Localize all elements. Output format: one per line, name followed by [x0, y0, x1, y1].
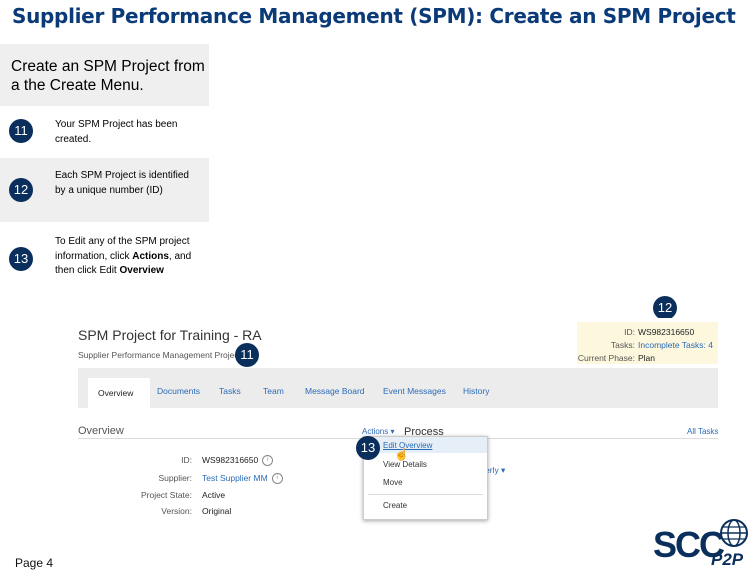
step-13-overview: Overview — [119, 265, 164, 276]
field-version-value: Original — [202, 506, 232, 516]
field-id: ID: WS982316650 i — [78, 455, 338, 469]
page-number: Page 4 — [15, 556, 54, 570]
page-title: Supplier Performance Management (SPM): C… — [12, 4, 736, 28]
menu-item-move[interactable]: Move — [383, 478, 403, 487]
all-tasks-link[interactable]: All Tasks — [687, 427, 718, 436]
tab-overview[interactable]: Overview — [88, 378, 150, 408]
field-project-state-value: Active — [202, 490, 226, 500]
field-id-label: ID: — [181, 455, 192, 465]
hand-cursor-icon: ☝ — [394, 447, 409, 461]
field-version: Version: Original — [78, 506, 338, 520]
globe-icon — [720, 519, 748, 547]
menu-item-view-details[interactable]: View Details — [383, 460, 427, 469]
intro-text: Create an SPM Project from a the Create … — [11, 58, 205, 94]
tab-tasks[interactable]: Tasks — [219, 386, 241, 396]
menu-item-create[interactable]: Create — [383, 501, 407, 510]
field-supplier-value-wrap: Test Supplier MM i — [202, 473, 283, 485]
field-project-state: Project State: Active — [78, 490, 338, 504]
tab-documents[interactable]: Documents — [157, 386, 200, 396]
menu-divider — [368, 494, 483, 495]
step-text-12: Each SPM Project is identified by a uniq… — [55, 170, 189, 196]
field-version-label: Version: — [161, 506, 192, 516]
project-info-box: ID: WS982316650 Tasks: Incomplete Tasks:… — [577, 322, 718, 364]
field-id-value-wrap: WS982316650 i — [202, 455, 274, 467]
actions-menu: Edit Overview View Details Move Create — [363, 436, 488, 520]
info-phase-label: Current Phase: — [577, 353, 635, 363]
info-icon[interactable]: i — [262, 455, 274, 467]
field-project-state-label: Project State: — [140, 490, 192, 500]
scc-p2p-logo: SCC P2P — [653, 518, 751, 574]
tab-bar: Overview Documents Tasks Team Message Bo… — [78, 368, 718, 408]
info-id-label: ID: — [624, 327, 635, 337]
field-supplier-label: Supplier: — [158, 473, 192, 483]
tab-history[interactable]: History — [463, 386, 489, 396]
tab-event-messages[interactable]: Event Messages — [383, 386, 446, 396]
callout-badge-12: 12 — [653, 296, 677, 320]
info-tasks-label: Tasks: — [610, 340, 635, 350]
info-icon[interactable]: i — [271, 473, 283, 485]
callout-badge-13: 13 — [356, 436, 380, 460]
step-badge-12: 12 — [9, 178, 33, 202]
step-13-actions: Actions — [132, 250, 169, 262]
project-subtitle: Supplier Performance Management Project — [78, 350, 241, 360]
logo-p2p-text: P2P — [711, 550, 744, 569]
field-supplier: Supplier: Test Supplier MM i — [78, 473, 338, 487]
info-phase-value: Plan — [638, 353, 656, 363]
project-title: SPM Project for Training - RA — [78, 327, 262, 343]
field-id-value: WS982316650 — [202, 455, 259, 465]
step-text-11: Your SPM Project has been created. — [55, 119, 178, 145]
step-text-13: To Edit any of the SPM project informati… — [55, 235, 200, 279]
intro-panel: Create an SPM Project from a the Create … — [0, 44, 209, 106]
callout-badge-11: 11 — [235, 343, 259, 367]
field-supplier-link[interactable]: Test Supplier MM — [202, 473, 268, 483]
tab-team[interactable]: Team — [263, 386, 284, 396]
step-badge-13: 13 — [9, 247, 33, 271]
info-id-value: WS982316650 — [638, 327, 695, 337]
info-tasks-link[interactable]: Incomplete Tasks: 4 — [638, 339, 713, 351]
overview-heading: Overview — [78, 425, 124, 437]
step-badge-11: 11 — [9, 119, 33, 143]
tab-message-board[interactable]: Message Board — [305, 386, 365, 396]
partial-link[interactable]: erly ▾ — [485, 465, 505, 476]
actions-dropdown[interactable]: Actions ▾ — [362, 427, 394, 436]
